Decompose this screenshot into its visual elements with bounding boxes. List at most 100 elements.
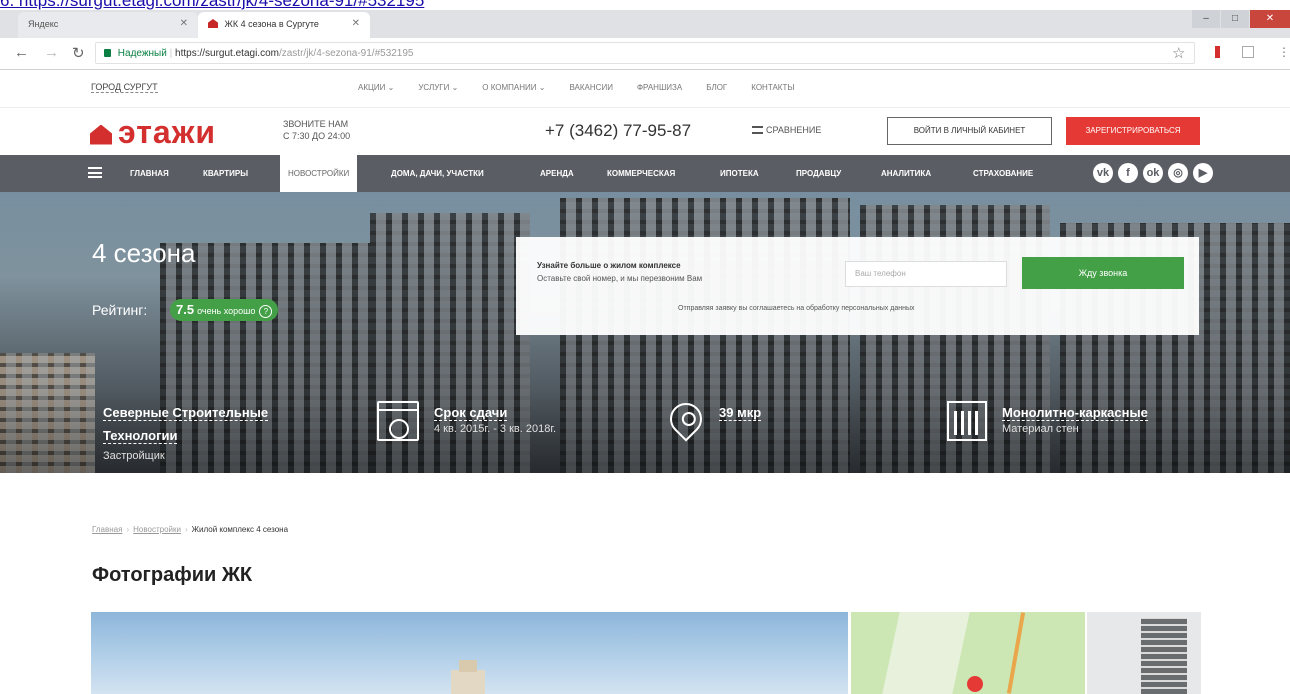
- compare-label: СРАВНЕНИЕ: [766, 125, 822, 135]
- hero-banner: 4 сезона Рейтинг: 7.5 очень хорошо? Узнай…: [0, 192, 1290, 473]
- register-button[interactable]: ЗАРЕГИСТРИРОВАТЬСЯ: [1066, 117, 1200, 145]
- road-line: [1006, 612, 1026, 694]
- facebook-icon[interactable]: f: [1118, 163, 1138, 183]
- nav-item-mortgage[interactable]: ИПОТЕКА: [720, 155, 759, 192]
- nav-item-insurance[interactable]: СТРАХОВАНИЕ: [973, 155, 1033, 192]
- odnoklassniki-icon[interactable]: ok: [1143, 163, 1163, 183]
- tab-title: Яндекс: [28, 19, 59, 29]
- topmenu-item[interactable]: БЛОГ: [706, 83, 727, 92]
- nav-item-analytics[interactable]: АНАЛИТИКА: [881, 155, 931, 192]
- building-icon: [947, 401, 987, 441]
- callback-form: Узнайте больше о жилом комплексе Оставьт…: [516, 237, 1199, 335]
- rating-value: 7.5: [176, 302, 195, 317]
- rating-label: Рейтинг:: [92, 302, 148, 318]
- site-logo[interactable]: этажи: [90, 114, 216, 151]
- topmenu-item[interactable]: ВАКАНСИИ: [569, 83, 612, 92]
- topmenu-item[interactable]: О КОМПАНИИ ⌄: [482, 83, 545, 92]
- callback-button[interactable]: Жду звонка: [1022, 257, 1184, 289]
- map-marker-icon: [967, 676, 983, 692]
- secure-label: Надежный: [117, 48, 167, 59]
- login-button[interactable]: ВОЙТИ В ЛИЧНЫЙ КАБИНЕТ: [887, 117, 1052, 145]
- address-bar[interactable]: Надежный | https://surgut.etagi.com/zast…: [95, 42, 1195, 64]
- url-host: https://surgut.etagi.com: [175, 48, 279, 59]
- browser-menu-icon[interactable]: ⋮: [1278, 45, 1290, 59]
- district-link[interactable]: 39 мкр: [719, 405, 762, 421]
- breadcrumb-home[interactable]: Главная: [92, 525, 122, 534]
- reload-icon[interactable]: ↻: [72, 44, 85, 62]
- consent-note: Отправляя заявку вы соглашаетесь на обра…: [678, 305, 915, 312]
- gallery-map-thumbnail[interactable]: [851, 612, 1085, 694]
- nav-item-new-buildings[interactable]: НОВОСТРОЙКИ: [280, 155, 358, 192]
- forward-arrow-icon[interactable]: →: [44, 44, 59, 61]
- browser-toolbar: ← → ↻ Надежный | https://surgut.etagi.co…: [0, 38, 1290, 70]
- complex-facts: Северные Строительные Технологии Застрой…: [0, 393, 1290, 473]
- extension-icon[interactable]: [1242, 46, 1254, 58]
- logo-text: этажи: [118, 114, 217, 150]
- breadcrumb-separator: ›: [126, 525, 130, 534]
- browser-tab-yandex[interactable]: Яндекс ✕: [18, 12, 198, 38]
- youtube-icon[interactable]: ▶: [1193, 163, 1213, 183]
- nav-item-rent[interactable]: АРЕНДА: [540, 155, 574, 192]
- gallery-photo-thumbnail[interactable]: [1087, 612, 1201, 694]
- wall-material-caption: Материал стен: [1002, 423, 1079, 435]
- document-link[interactable]: 6. https://surgut.etagi.com/zastr/jk/4-s…: [0, 0, 424, 10]
- developer-link[interactable]: Северные Строительные: [103, 405, 269, 421]
- lock-icon: [104, 49, 111, 57]
- hamburger-menu-icon[interactable]: [88, 167, 102, 178]
- location-pin-icon: [663, 396, 709, 442]
- document-link-strip: 6. https://surgut.etagi.com/zastr/jk/4-s…: [0, 0, 1290, 10]
- topmenu-item[interactable]: ФРАНШИЗА: [637, 83, 682, 92]
- gallery-photo-main[interactable]: [91, 612, 848, 694]
- topmenu-item[interactable]: АКЦИИ ⌄: [358, 83, 394, 92]
- maximize-icon[interactable]: □: [1221, 10, 1249, 28]
- callback-subtitle: Оставьте свой номер, и мы перезвоним Вам: [537, 274, 703, 283]
- vk-icon[interactable]: vk: [1093, 163, 1113, 183]
- developer-link-2[interactable]: Технологии: [103, 428, 178, 444]
- compare-link[interactable]: СРАВНЕНИЕ: [752, 125, 821, 135]
- deadline-link[interactable]: Срок сдачи: [434, 405, 508, 421]
- phone-number[interactable]: +7 (3462) 77-95-87: [545, 121, 691, 141]
- main-nav: ГЛАВНАЯ КВАРТИРЫ НОВОСТРОЙКИ ДОМА, ДАЧИ,…: [0, 155, 1290, 192]
- help-icon[interactable]: ?: [259, 305, 273, 318]
- breadcrumb-new-buildings[interactable]: Новостройки: [133, 525, 181, 534]
- back-arrow-icon[interactable]: ←: [14, 44, 29, 61]
- browser-tab-strip: Яндекс ✕ ЖК 4 сезона в Сургуте ✕ – □ ✕: [0, 10, 1290, 38]
- call-hours: ЗВОНИТЕ НАМ С 7:30 ДО 24:00: [283, 118, 350, 142]
- minimize-icon[interactable]: –: [1192, 10, 1220, 28]
- close-window-icon[interactable]: ✕: [1250, 10, 1290, 28]
- deadline-value: 4 кв. 2015г. - 3 кв. 2018г.: [434, 423, 557, 435]
- browser-tab-active[interactable]: ЖК 4 сезона в Сургуте ✕: [198, 12, 370, 38]
- complex-title: 4 сезона: [92, 238, 196, 268]
- social-links: vk f ok ◎ ▶: [1093, 163, 1213, 183]
- tower-image: [451, 660, 485, 694]
- browser-chrome: Яндекс ✕ ЖК 4 сезона в Сургуте ✕ – □ ✕ ←…: [0, 10, 1290, 70]
- rating-badge[interactable]: 7.5 очень хорошо?: [170, 299, 279, 321]
- breadcrumb-separator: ›: [184, 525, 188, 534]
- tab-close-icon[interactable]: ✕: [352, 18, 360, 29]
- nav-item-sellers[interactable]: ПРОДАВЦУ: [796, 155, 841, 192]
- nav-item-commercial[interactable]: КОММЕРЧЕСКАЯ: [607, 155, 675, 192]
- breadcrumb: Главная › Новостройки › Жилой комплекс 4 сез…: [92, 525, 288, 534]
- nav-item-houses[interactable]: ДОМА, ДАЧИ, УЧАСТКИ: [391, 155, 484, 192]
- callback-title: Узнайте больше о жилом комплексе: [537, 261, 681, 270]
- nav-item-apartments[interactable]: КВАРТИРЫ: [203, 155, 248, 192]
- phone-input[interactable]: Ваш телефон: [845, 261, 1007, 287]
- topmenu-item[interactable]: УСЛУГИ ⌄: [418, 83, 458, 92]
- section-title: Фотографии ЖК: [92, 564, 253, 586]
- compare-icon: [752, 126, 763, 134]
- tab-close-icon[interactable]: ✕: [180, 18, 188, 29]
- site-header: этажи ЗВОНИТЕ НАМ С 7:30 ДО 24:00 +7 (34…: [0, 108, 1290, 155]
- extension-icon[interactable]: [1215, 46, 1220, 58]
- bookmark-star-icon[interactable]: ☆: [1172, 44, 1185, 62]
- tab-title: ЖК 4 сезона в Сургуте: [224, 19, 319, 29]
- site-topbar: ГОРОД СУРГУТ АКЦИИ ⌄ УСЛУГИ ⌄ О КОМПАНИИ…: [0, 70, 1290, 108]
- topmenu-item[interactable]: КОНТАКТЫ: [751, 83, 794, 92]
- developer-caption: Застройщик: [103, 450, 165, 462]
- etagi-favicon-icon: [208, 19, 218, 28]
- city-selector[interactable]: ГОРОД СУРГУТ: [91, 82, 158, 93]
- instagram-icon[interactable]: ◎: [1168, 163, 1188, 183]
- call-hours-line: С 7:30 ДО 24:00: [283, 131, 351, 141]
- top-menu: АКЦИИ ⌄ УСЛУГИ ⌄ О КОМПАНИИ ⌄ ВАКАНСИИ Ф…: [358, 83, 794, 92]
- wall-material-link[interactable]: Монолитно-каркасные: [1002, 405, 1148, 421]
- nav-item-home[interactable]: ГЛАВНАЯ: [130, 155, 169, 192]
